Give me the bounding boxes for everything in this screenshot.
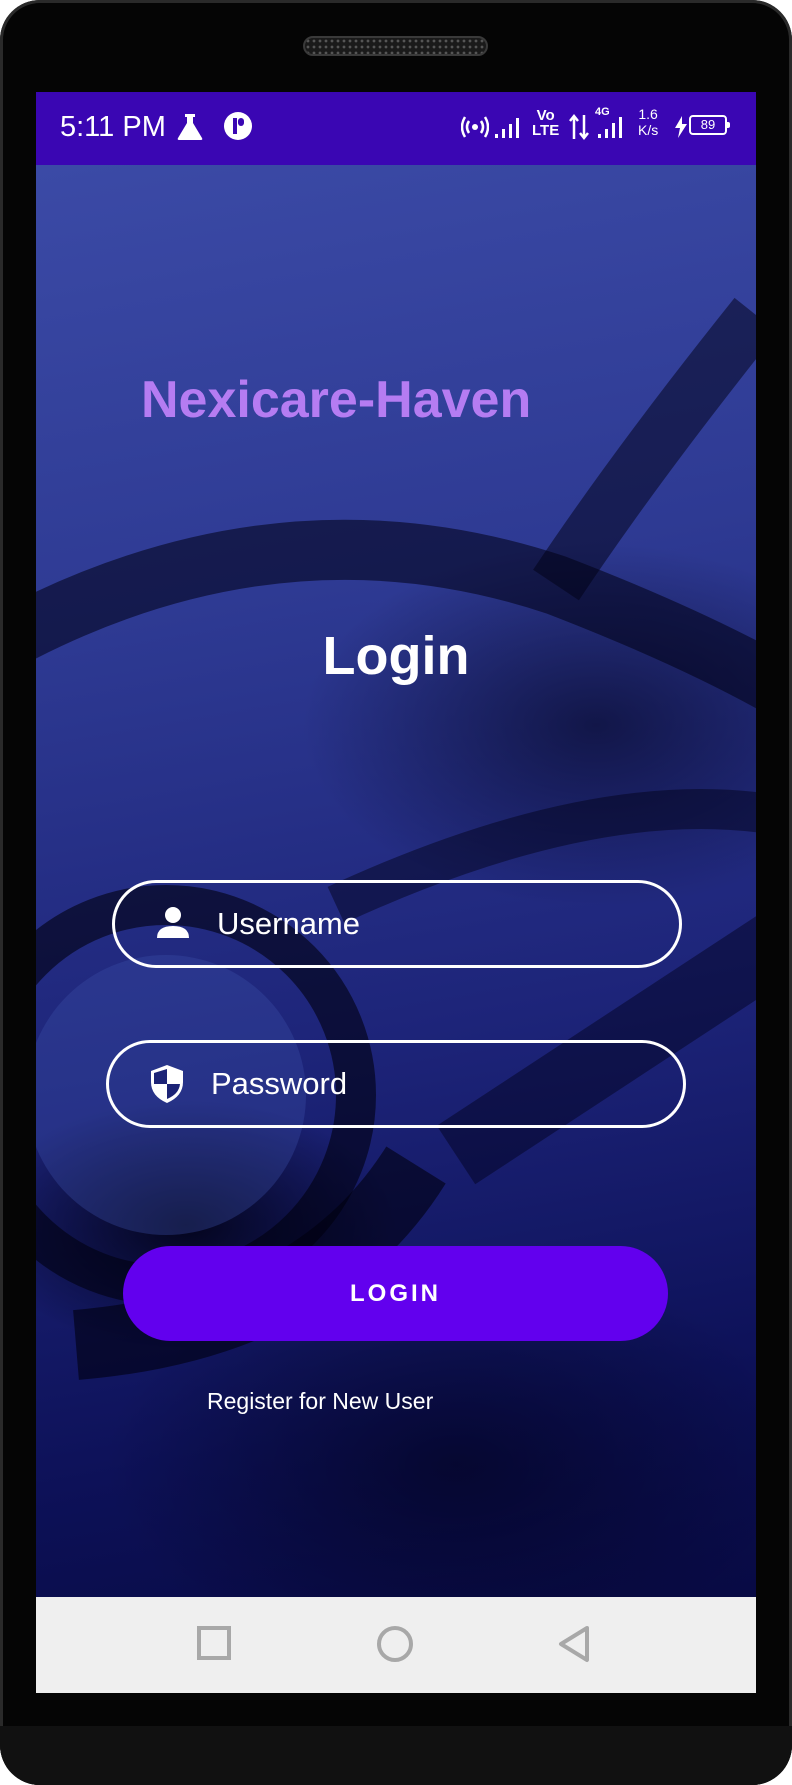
password-placeholder: Password [211,1066,348,1101]
username-placeholder: Username [217,906,360,941]
data-arrows-icon [569,113,589,146]
speed-unit: K/s [638,122,659,138]
speed-value: 1.6 [638,106,658,122]
battery-level: 89 [700,117,716,132]
register-link[interactable]: Register for New User [207,1388,433,1415]
status-bar: 5:11 PM Vo LTE 4G 1.6 K/s 89 [36,92,756,165]
lab-flask-icon [176,112,204,147]
speaker-grille [303,36,488,56]
phone-bottom-bezel [0,1726,792,1785]
app-title: Nexicare-Haven [141,371,532,429]
volte-label-top: Vo [536,107,555,124]
battery-icon: 89 [689,115,730,140]
signal-icon [495,114,525,145]
status-time: 5:11 PM [60,111,166,143]
phone-screen: 5:11 PM Vo LTE 4G 1.6 K/s 89 Nexicare-Ha… [36,92,756,1693]
person-icon [157,907,189,938]
back-triangle-icon[interactable] [556,1625,592,1668]
shield-icon [151,1065,183,1103]
network-speed: 1.6 K/s [638,106,658,138]
login-button[interactable]: LOGIN [123,1246,668,1341]
password-field[interactable]: Password [106,1040,686,1128]
username-field[interactable]: Username [112,880,682,968]
home-circle-icon[interactable] [376,1625,414,1668]
app-notification-icon [223,111,253,146]
charging-icon [674,116,688,143]
app-background: Nexicare-Haven Login Username Password L… [36,165,756,1597]
login-heading: Login [322,626,470,686]
navigation-bar [36,1597,756,1693]
volte-label-bottom: LTE [532,122,560,139]
volte-icon: Vo LTE [532,108,559,138]
phone-frame: 5:11 PM Vo LTE 4G 1.6 K/s 89 Nexicare-Ha… [0,0,792,1785]
network-type-label: 4G [595,106,610,118]
hotspot-icon [460,115,490,144]
signal-4g-icon: 4G [595,106,625,140]
recents-square-icon[interactable] [196,1625,232,1666]
